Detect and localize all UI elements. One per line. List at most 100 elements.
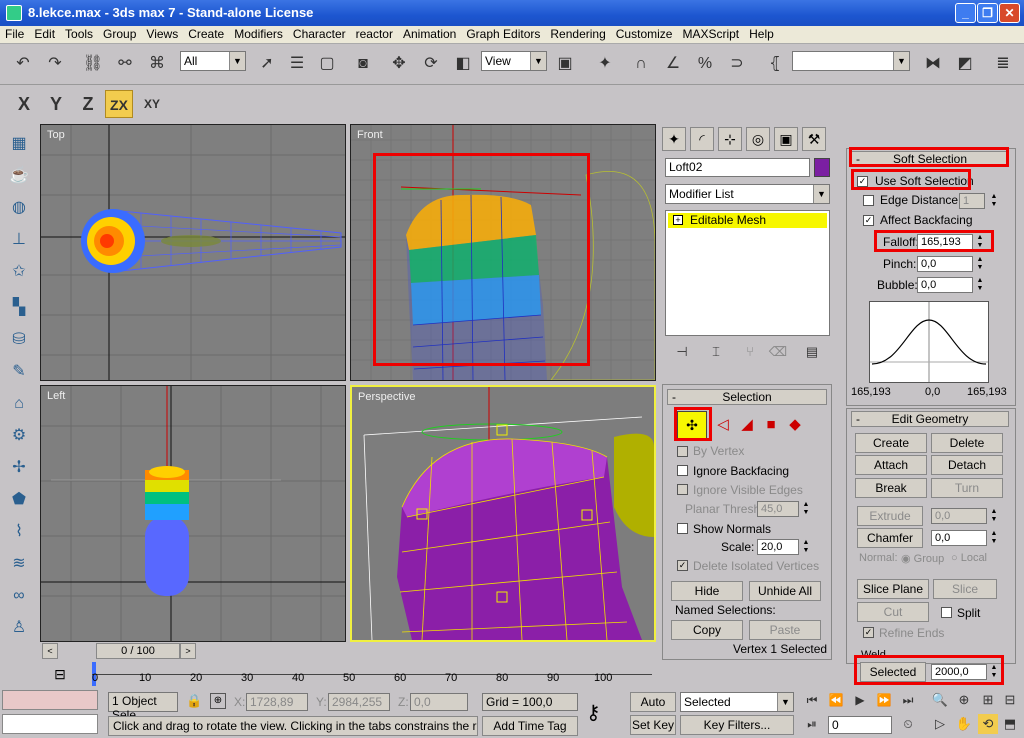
track-bar[interactable]: ⊟ 0 10 20 30 40 50 60 70 80 90 100 xyxy=(40,662,656,686)
knot-icon[interactable]: ∞ xyxy=(7,584,31,608)
axis-x-button[interactable]: X xyxy=(10,90,38,118)
plane-icon[interactable]: ⊥ xyxy=(7,228,31,252)
zoom-all-icon[interactable]: ⊕ xyxy=(954,690,974,710)
sphere-icon[interactable]: ◍ xyxy=(7,196,31,220)
menu-maxscript[interactable]: MAXScript xyxy=(677,26,744,41)
minimize-button[interactable]: _ xyxy=(955,3,976,23)
undo-icon[interactable]: ↶ xyxy=(10,51,36,77)
group-radio[interactable]: ◉ Group xyxy=(901,552,944,565)
link-icon[interactable]: ⛓ xyxy=(80,51,106,77)
show-end-result-icon[interactable]: ⌶ xyxy=(703,342,729,362)
checker-icon[interactable]: ▚ xyxy=(7,296,31,320)
star-icon[interactable]: ✩ xyxy=(7,260,31,284)
chamfer-spinner[interactable]: ▲ ▼ xyxy=(989,530,999,546)
menu-rendering[interactable]: Rendering xyxy=(545,26,610,41)
affect-backfacing-checkbox[interactable]: ✓ xyxy=(863,215,874,226)
edge-mode-icon[interactable]: ◁ xyxy=(711,413,735,437)
edge-distance-field[interactable]: 1 xyxy=(959,193,985,209)
planar-thresh-field[interactable]: 45,0 xyxy=(757,501,799,517)
spinner-snap-icon[interactable]: ⊃ xyxy=(724,51,750,77)
key-mode-toggle-icon[interactable]: ⏯ xyxy=(802,714,822,734)
maximize-button[interactable]: ❐ xyxy=(977,3,998,23)
pinch-field[interactable]: 0,0 xyxy=(917,256,973,272)
mirror-icon[interactable]: ⧓ xyxy=(920,51,946,77)
reference-coordinate-dropdown[interactable]: View ▼ xyxy=(481,51,547,71)
axis-z-button[interactable]: Z xyxy=(74,90,102,118)
biped-icon[interactable]: ♙ xyxy=(7,616,31,640)
z-coordinate-field[interactable]: 0,0 xyxy=(410,693,468,711)
menu-create[interactable]: Create xyxy=(183,26,229,41)
rectangular-selection-icon[interactable]: ▢ xyxy=(314,51,340,77)
helper-icon[interactable]: ✢ xyxy=(7,456,31,480)
previous-frame-icon[interactable]: ⏪ xyxy=(826,690,846,710)
delete-button[interactable]: Delete xyxy=(931,433,1003,453)
scale-icon[interactable]: ◧ xyxy=(450,51,476,77)
maxscript-input-mini[interactable] xyxy=(2,714,98,734)
rotate-icon[interactable]: ⟳ xyxy=(418,51,444,77)
stack-item-editable-mesh[interactable]: + Editable Mesh xyxy=(668,213,827,228)
local-radio[interactable]: ○ Local xyxy=(951,552,987,564)
close-button[interactable]: ✕ xyxy=(999,3,1020,23)
bind-space-warp-icon[interactable]: ⌘ xyxy=(144,51,170,77)
wave-icon[interactable]: ≋ xyxy=(7,552,31,576)
chamfer-field[interactable]: 0,0 xyxy=(931,530,987,546)
utilities-tab-icon[interactable]: ⚒ xyxy=(802,127,826,151)
edge-distance-spinner[interactable]: ▲ ▼ xyxy=(989,193,999,209)
time-next-button[interactable]: > xyxy=(180,643,196,659)
lock-selection-icon[interactable]: 🔒 xyxy=(186,693,202,709)
menu-graph-editors[interactable]: Graph Editors xyxy=(461,26,545,41)
refine-ends-checkbox[interactable]: ✓ xyxy=(863,627,874,638)
remove-modifier-icon[interactable]: ⌫ xyxy=(765,342,791,362)
edit-named-selection-icon[interactable]: ⦃ xyxy=(762,51,788,77)
select-object-icon[interactable]: ➚ xyxy=(254,51,280,77)
motion-tab-icon[interactable]: ◎ xyxy=(746,127,770,151)
cut-button[interactable]: Cut xyxy=(857,602,929,622)
hierarchy-tab-icon[interactable]: ⊹ xyxy=(718,127,742,151)
absolute-mode-icon[interactable]: ⊕ xyxy=(210,693,226,709)
y-coordinate-field[interactable]: 2984,255 xyxy=(328,693,390,711)
axis-xy-button[interactable]: XY xyxy=(138,90,166,118)
extrude-button[interactable]: Extrude xyxy=(857,506,923,526)
axis-zx-button[interactable]: ZX xyxy=(105,90,133,118)
face-mode-icon[interactable]: ◢ xyxy=(735,413,759,437)
extrude-spinner[interactable]: ▲ ▼ xyxy=(989,508,999,524)
scale-spinner[interactable]: ▲ ▼ xyxy=(801,539,811,555)
ignore-backfacing-checkbox[interactable] xyxy=(677,465,688,476)
delete-isolated-checkbox[interactable]: ✓ xyxy=(677,560,688,571)
box-icon[interactable]: ▦ xyxy=(7,132,31,156)
polygon-mode-icon[interactable]: ■ xyxy=(759,413,783,437)
redo-icon[interactable]: ↷ xyxy=(42,51,68,77)
shape-icon[interactable]: ⬟ xyxy=(7,488,31,512)
add-time-tag-button[interactable]: Add Time Tag xyxy=(482,716,578,736)
turn-button[interactable]: Turn xyxy=(931,478,1003,498)
auto-key-button[interactable]: Auto Key xyxy=(630,692,676,727)
play-icon[interactable]: ▶ xyxy=(850,690,870,710)
menu-tools[interactable]: Tools xyxy=(60,26,98,41)
menu-customize[interactable]: Customize xyxy=(611,26,678,41)
unlink-icon[interactable]: ⚯ xyxy=(112,51,138,77)
snap-toggle-icon[interactable]: ∩ xyxy=(628,51,654,77)
paste-button[interactable]: Paste xyxy=(749,620,821,640)
manipulate-icon[interactable]: ✦ xyxy=(592,51,618,77)
slice-button[interactable]: Slice xyxy=(933,579,997,599)
menu-character[interactable]: Character xyxy=(288,26,351,41)
pan-icon[interactable]: ✋ xyxy=(954,714,974,734)
key-mode-dropdown[interactable]: Selected ▼ xyxy=(680,692,794,712)
selection-filter-dropdown[interactable]: All ▼ xyxy=(180,51,246,71)
extrude-field[interactable]: 0,0 xyxy=(931,508,987,524)
key-mode-icon[interactable]: ⚷ xyxy=(586,700,601,725)
time-prev-button[interactable]: < xyxy=(42,643,58,659)
curve-editor-icon[interactable]: ⊟ xyxy=(40,666,80,682)
unhide-all-button[interactable]: Unhide All xyxy=(749,581,821,601)
modifier-list-dropdown[interactable]: Modifier List ▼ xyxy=(665,184,830,204)
configure-modifier-icon[interactable]: ▤ xyxy=(799,342,825,362)
hide-button[interactable]: Hide xyxy=(671,581,743,601)
select-by-name-icon[interactable]: ☰ xyxy=(284,51,310,77)
maximize-viewport-icon[interactable]: ⬒ xyxy=(1000,714,1020,734)
attach-button[interactable]: Attach xyxy=(855,455,927,475)
copy-button[interactable]: Copy xyxy=(671,620,743,640)
menu-animation[interactable]: Animation xyxy=(398,26,461,41)
set-key-button[interactable]: Set Key xyxy=(630,715,676,735)
detach-button[interactable]: Detach xyxy=(931,455,1003,475)
window-crossing-icon[interactable]: ◙ xyxy=(350,51,376,77)
